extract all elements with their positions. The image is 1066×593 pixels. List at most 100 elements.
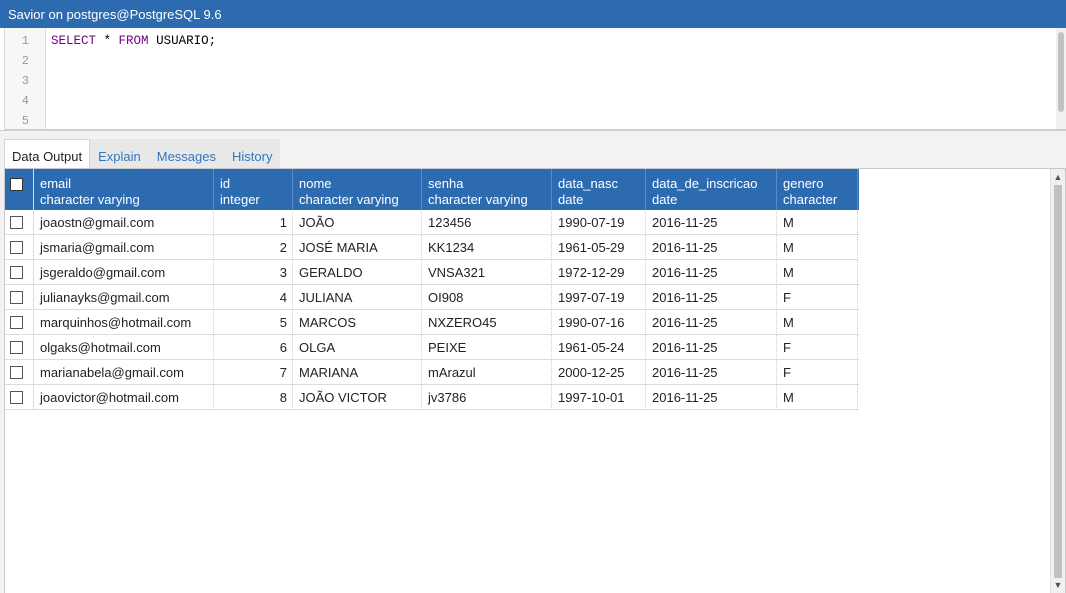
cell-id[interactable]: 8 bbox=[214, 385, 293, 410]
row-checkbox[interactable] bbox=[10, 341, 23, 354]
cell-genero[interactable]: M bbox=[777, 235, 858, 260]
cell-data-nasc[interactable]: 1961-05-24 bbox=[552, 335, 646, 360]
cell-genero[interactable]: M bbox=[777, 260, 858, 285]
line-number: 5 bbox=[21, 114, 29, 128]
cell-senha[interactable]: mArazul bbox=[422, 360, 552, 385]
cell-id[interactable]: 7 bbox=[214, 360, 293, 385]
cell-senha[interactable]: KK1234 bbox=[422, 235, 552, 260]
tab-history[interactable]: History bbox=[224, 139, 281, 168]
table-row[interactable]: joaovictor@hotmail.com 8 JOÃO VICTOR jv3… bbox=[5, 385, 859, 410]
cell-id[interactable]: 3 bbox=[214, 260, 293, 285]
cell-genero[interactable]: F bbox=[777, 335, 858, 360]
cell-nome[interactable]: GERALDO bbox=[293, 260, 422, 285]
cell-nome[interactable]: MARCOS bbox=[293, 310, 422, 335]
cell-data-nasc[interactable]: 1990-07-19 bbox=[552, 210, 646, 235]
tab-messages[interactable]: Messages bbox=[148, 139, 224, 168]
cell-email[interactable]: jsgeraldo@gmail.com bbox=[34, 260, 214, 285]
scroll-up-arrow-icon[interactable]: ▲ bbox=[1051, 170, 1065, 184]
cell-data-de-inscricao[interactable]: 2016-11-25 bbox=[646, 360, 777, 385]
cell-genero[interactable]: M bbox=[777, 310, 858, 335]
cell-senha[interactable]: 123456 bbox=[422, 210, 552, 235]
cell-nome[interactable]: OLGA bbox=[293, 335, 422, 360]
data-output-grid: email character varying id integer nome … bbox=[4, 168, 1066, 593]
sql-query-line[interactable]: SELECT * FROM USUARIO; bbox=[51, 34, 216, 48]
cell-senha[interactable]: NXZERO45 bbox=[422, 310, 552, 335]
cell-nome[interactable]: JOÃO bbox=[293, 210, 422, 235]
table-row[interactable]: marquinhos@hotmail.com 5 MARCOS NXZERO45… bbox=[5, 310, 859, 335]
column-header-id[interactable]: id integer bbox=[214, 169, 293, 210]
row-checkbox[interactable] bbox=[10, 316, 23, 329]
cell-email[interactable]: marianabela@gmail.com bbox=[34, 360, 214, 385]
table-row[interactable]: olgaks@hotmail.com 6 OLGA PEIXE 1961-05-… bbox=[5, 335, 859, 360]
row-checkbox[interactable] bbox=[10, 216, 23, 229]
tab-explain[interactable]: Explain bbox=[90, 139, 149, 168]
column-header-senha[interactable]: senha character varying bbox=[422, 169, 552, 210]
column-type: character varying bbox=[299, 192, 399, 207]
column-header-nome[interactable]: nome character varying bbox=[293, 169, 422, 210]
cell-senha[interactable]: OI908 bbox=[422, 285, 552, 310]
cell-genero[interactable]: F bbox=[777, 360, 858, 385]
row-checkbox[interactable] bbox=[10, 366, 23, 379]
column-header-genero[interactable]: genero character bbox=[777, 169, 858, 210]
row-checkbox[interactable] bbox=[10, 391, 23, 404]
sql-editor[interactable]: 1 2 3 4 5 SELECT * FROM USUARIO; bbox=[4, 28, 1066, 130]
cell-data-nasc[interactable]: 1972-12-29 bbox=[552, 260, 646, 285]
table-row[interactable]: jsgeraldo@gmail.com 3 GERALDO VNSA321 19… bbox=[5, 260, 859, 285]
cell-email[interactable]: marquinhos@hotmail.com bbox=[34, 310, 214, 335]
cell-email[interactable]: joaostn@gmail.com bbox=[34, 210, 214, 235]
table-row[interactable]: joaostn@gmail.com 1 JOÃO 123456 1990-07-… bbox=[5, 210, 859, 235]
table-row[interactable]: julianayks@gmail.com 4 JULIANA OI908 199… bbox=[5, 285, 859, 310]
cell-data-de-inscricao[interactable]: 2016-11-25 bbox=[646, 335, 777, 360]
sql-keyword-from: FROM bbox=[118, 34, 149, 48]
cell-senha[interactable]: VNSA321 bbox=[422, 260, 552, 285]
cell-senha[interactable]: PEIXE bbox=[422, 335, 552, 360]
cell-data-de-inscricao[interactable]: 2016-11-25 bbox=[646, 285, 777, 310]
row-checkbox[interactable] bbox=[10, 241, 23, 254]
grid-vertical-scrollbar[interactable]: ▲ ▼ bbox=[1050, 169, 1065, 593]
column-header-data-nasc[interactable]: data_nasc date bbox=[552, 169, 646, 210]
cell-email[interactable]: olgaks@hotmail.com bbox=[34, 335, 214, 360]
cell-email[interactable]: julianayks@gmail.com bbox=[34, 285, 214, 310]
cell-genero[interactable]: F bbox=[777, 285, 858, 310]
cell-data-nasc[interactable]: 2000-12-25 bbox=[552, 360, 646, 385]
cell-nome[interactable]: MARIANA bbox=[293, 360, 422, 385]
cell-id[interactable]: 1 bbox=[214, 210, 293, 235]
cell-nome[interactable]: JOÃO VICTOR bbox=[293, 385, 422, 410]
cell-senha[interactable]: jv3786 bbox=[422, 385, 552, 410]
results-tabs: Data Output Explain Messages History bbox=[4, 139, 281, 168]
cell-genero[interactable]: M bbox=[777, 210, 858, 235]
tab-data-output[interactable]: Data Output bbox=[4, 139, 91, 168]
cell-data-nasc[interactable]: 1997-07-19 bbox=[552, 285, 646, 310]
cell-data-de-inscricao[interactable]: 2016-11-25 bbox=[646, 260, 777, 285]
cell-data-de-inscricao[interactable]: 2016-11-25 bbox=[646, 210, 777, 235]
cell-genero[interactable]: M bbox=[777, 385, 858, 410]
cell-data-de-inscricao[interactable]: 2016-11-25 bbox=[646, 235, 777, 260]
cell-nome[interactable]: JOSÉ MARIA bbox=[293, 235, 422, 260]
table-row[interactable]: jsmaria@gmail.com 2 JOSÉ MARIA KK1234 19… bbox=[5, 235, 859, 260]
editor-scrollbar[interactable] bbox=[1056, 28, 1066, 129]
cell-data-de-inscricao[interactable]: 2016-11-25 bbox=[646, 310, 777, 335]
select-all-cell bbox=[5, 169, 34, 210]
column-header-data-de-inscricao[interactable]: data_de_inscricao date bbox=[646, 169, 777, 210]
cell-id[interactable]: 2 bbox=[214, 235, 293, 260]
editor-scroll-thumb[interactable] bbox=[1058, 32, 1064, 112]
cell-data-nasc[interactable]: 1997-10-01 bbox=[552, 385, 646, 410]
cell-email[interactable]: jsmaria@gmail.com bbox=[34, 235, 214, 260]
grid-scroll-thumb[interactable] bbox=[1054, 185, 1062, 578]
scroll-down-arrow-icon[interactable]: ▼ bbox=[1051, 578, 1065, 592]
cell-data-nasc[interactable]: 1961-05-29 bbox=[552, 235, 646, 260]
select-all-checkbox[interactable] bbox=[10, 178, 23, 191]
cell-email[interactable]: joaovictor@hotmail.com bbox=[34, 385, 214, 410]
line-number: 2 bbox=[21, 54, 29, 68]
table-row[interactable]: marianabela@gmail.com 7 MARIANA mArazul … bbox=[5, 360, 859, 385]
cell-id[interactable]: 4 bbox=[214, 285, 293, 310]
line-number-gutter: 1 2 3 4 5 bbox=[5, 28, 46, 129]
column-header-email[interactable]: email character varying bbox=[34, 169, 214, 210]
row-checkbox[interactable] bbox=[10, 266, 23, 279]
cell-nome[interactable]: JULIANA bbox=[293, 285, 422, 310]
cell-id[interactable]: 6 bbox=[214, 335, 293, 360]
cell-data-nasc[interactable]: 1990-07-16 bbox=[552, 310, 646, 335]
cell-data-de-inscricao[interactable]: 2016-11-25 bbox=[646, 385, 777, 410]
cell-id[interactable]: 5 bbox=[214, 310, 293, 335]
row-checkbox[interactable] bbox=[10, 291, 23, 304]
